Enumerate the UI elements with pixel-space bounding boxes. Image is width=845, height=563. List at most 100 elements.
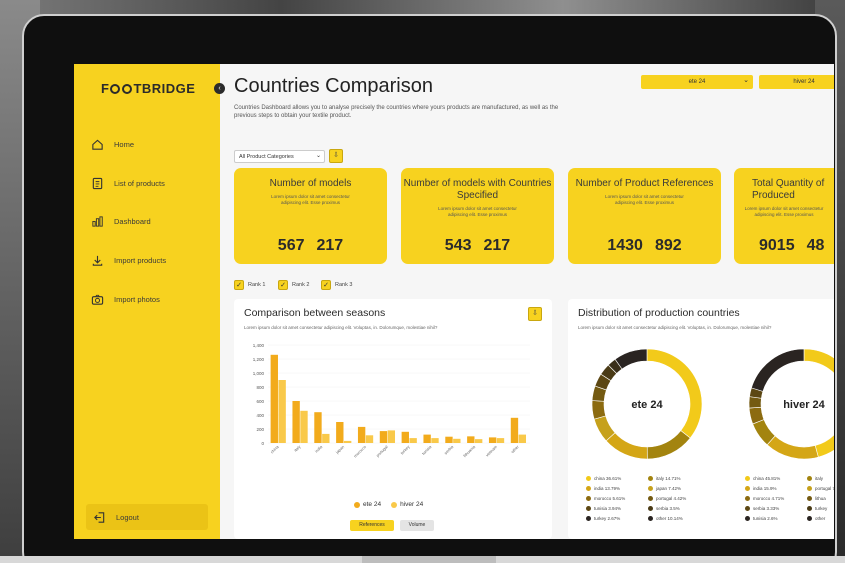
legend-item[interactable]: serbia 3.5%	[648, 505, 710, 511]
x-tick-label: portugal	[375, 444, 389, 458]
legend-item[interactable]: tunisia 2.6%	[745, 515, 807, 521]
sidebar-item-dashboard[interactable]: Dashboard	[90, 211, 151, 231]
legend-item[interactable]: portugal 4.42%	[648, 495, 710, 501]
legend-swatch	[648, 485, 653, 491]
sidebar-item-import-photos[interactable]: Import photos	[90, 289, 160, 309]
y-tick-label: 800	[256, 385, 264, 390]
donut-slice-india	[605, 432, 648, 460]
legend-label: serbia 3.33%	[753, 505, 780, 511]
legend-item[interactable]: turkey 2.67%	[586, 515, 648, 521]
legend-row: china 45.81% italy	[745, 473, 834, 483]
legend-label: japan 7.42%	[656, 485, 682, 491]
bar-turkey-hiver	[409, 438, 417, 443]
y-tick-label: 1,200	[253, 357, 265, 362]
check-icon: ✓	[321, 280, 331, 290]
legend-label: portugal 4.42%	[656, 495, 687, 501]
rank-2-checkbox[interactable]: ✓ Rank 2	[278, 280, 309, 290]
y-tick-label: 600	[256, 399, 264, 404]
bar-morocco-hiver	[365, 435, 374, 443]
donut-slice-china	[646, 348, 703, 439]
season-select-1-value: ete 24	[688, 79, 706, 85]
kpi-card-title: Total Quantity of Produced	[752, 178, 825, 201]
legend-item[interactable]: other 10.14%	[648, 515, 710, 521]
logo-o-icon	[110, 84, 121, 94]
legend-item[interactable]: china 36.61%	[586, 475, 648, 481]
product-category-select[interactable]: All Product Categories ⌄	[234, 150, 325, 163]
sidebar-item-label: Import products	[114, 255, 167, 265]
sidebar-item-label: Home	[114, 139, 135, 149]
app-logo[interactable]: F TBRIDGE	[101, 81, 195, 96]
legend-swatch	[745, 495, 750, 501]
season-select-2[interactable]: hiver 24	[759, 75, 834, 89]
sidebar-item-home[interactable]: Home	[90, 134, 134, 154]
rank-3-checkbox[interactable]: ✓ Rank 3	[321, 280, 352, 290]
collapse-sidebar-button[interactable]: ‹	[214, 83, 225, 94]
bar-india-ete	[314, 412, 322, 443]
legend-item-hiver[interactable]: hiver 24	[391, 501, 423, 508]
legend-item[interactable]: india 15.9%	[745, 485, 807, 491]
legend-item[interactable]: italy	[807, 475, 834, 481]
x-tick-label: india	[314, 444, 324, 454]
donut-slice-other	[751, 348, 805, 392]
donut-slice-italy	[646, 430, 691, 460]
panel-export-button[interactable]: ⇩	[528, 307, 542, 321]
logout-button[interactable]: Logout	[86, 504, 208, 530]
legend-item[interactable]: morocco 4.71%	[745, 495, 807, 501]
legend-item[interactable]: italy 14.71%	[648, 475, 710, 481]
x-tick-label: china	[269, 444, 280, 455]
home-icon	[90, 137, 104, 151]
legend-item[interactable]: portugal 7.39%	[807, 485, 834, 491]
donut-legend-hiver: china 45.81% italy india 15.9% portugal 7.3…	[745, 473, 834, 523]
kpi-card-title: Number of models with Countries Specifie…	[403, 178, 552, 201]
list-icon	[90, 176, 104, 190]
legend-swatch	[586, 485, 591, 491]
legend-swatch	[586, 505, 591, 511]
donut-center-label: hiver 24	[783, 399, 825, 411]
season-select-1[interactable]: ete 24 ⌄	[641, 75, 753, 89]
rank-1-checkbox[interactable]: ✓ Rank 1	[234, 280, 265, 290]
donut-slice-serbia	[748, 396, 762, 409]
legend-label: turkey 2.67%	[594, 515, 621, 521]
y-tick-label: 0	[261, 441, 264, 446]
donut-center-label: ete 24	[631, 399, 663, 411]
legend-swatch	[807, 485, 812, 491]
legend-item[interactable]: morocco 5.61%	[586, 495, 648, 501]
bar-italy-hiver	[300, 410, 308, 443]
bar-other-ete	[510, 417, 519, 443]
x-tick-label: japan	[334, 444, 345, 455]
download-icon: ⇩	[532, 310, 538, 317]
legend-item-ete[interactable]: ete 24	[354, 501, 381, 508]
dashboard-icon	[90, 214, 104, 228]
legend-item[interactable]: lithua	[807, 495, 834, 501]
donut-legend-ete: china 36.61% italy 14.71% india 13.79% japa…	[586, 473, 710, 523]
x-tick-label: turkey	[399, 444, 410, 455]
legend-swatch	[807, 515, 812, 521]
bar-serbia-hiver	[453, 438, 461, 443]
sidebar-item-import-products[interactable]: Import products	[90, 250, 166, 270]
kpi-card-subtitle: Lorem ipsum dolor sit amet consectetur a…	[744, 206, 824, 217]
filter-action-button[interactable]: ⇩	[329, 149, 343, 163]
legend-item[interactable]: india 13.79%	[586, 485, 648, 491]
rank-label: Rank 3	[335, 282, 353, 288]
references-toggle[interactable]: References	[350, 520, 394, 531]
legend-label: india 15.9%	[753, 485, 777, 491]
legend-item[interactable]: serbia 3.33%	[745, 505, 807, 511]
legend-swatch	[745, 515, 750, 521]
sidebar-item-list-of-products[interactable]: List of products	[90, 173, 165, 193]
bar-portugal-hiver	[387, 430, 396, 443]
volume-toggle[interactable]: Volume	[400, 520, 434, 531]
x-tick-label: lithuania	[462, 444, 477, 459]
legend-label: hiver 24	[400, 501, 424, 508]
legend-label: tunisia 2.6%	[753, 515, 778, 521]
laptop-notch	[362, 556, 496, 563]
legend-item[interactable]: japan 7.42%	[648, 485, 710, 491]
y-tick-label: 1,000	[253, 371, 265, 376]
legend-item[interactable]: china 45.81%	[745, 475, 807, 481]
legend-item[interactable]: tunisia 3.94%	[586, 505, 648, 511]
panel-subtitle: Lorem ipsum dolor sit amet consectetur a…	[244, 325, 438, 330]
kpi-card: Number of models with Countries Specifie…	[401, 168, 554, 264]
legend-label: italy	[815, 475, 824, 481]
legend-row: morocco 4.71% lithua	[745, 493, 834, 503]
legend-item[interactable]: other	[807, 515, 834, 521]
legend-item[interactable]: turkey	[807, 505, 834, 511]
